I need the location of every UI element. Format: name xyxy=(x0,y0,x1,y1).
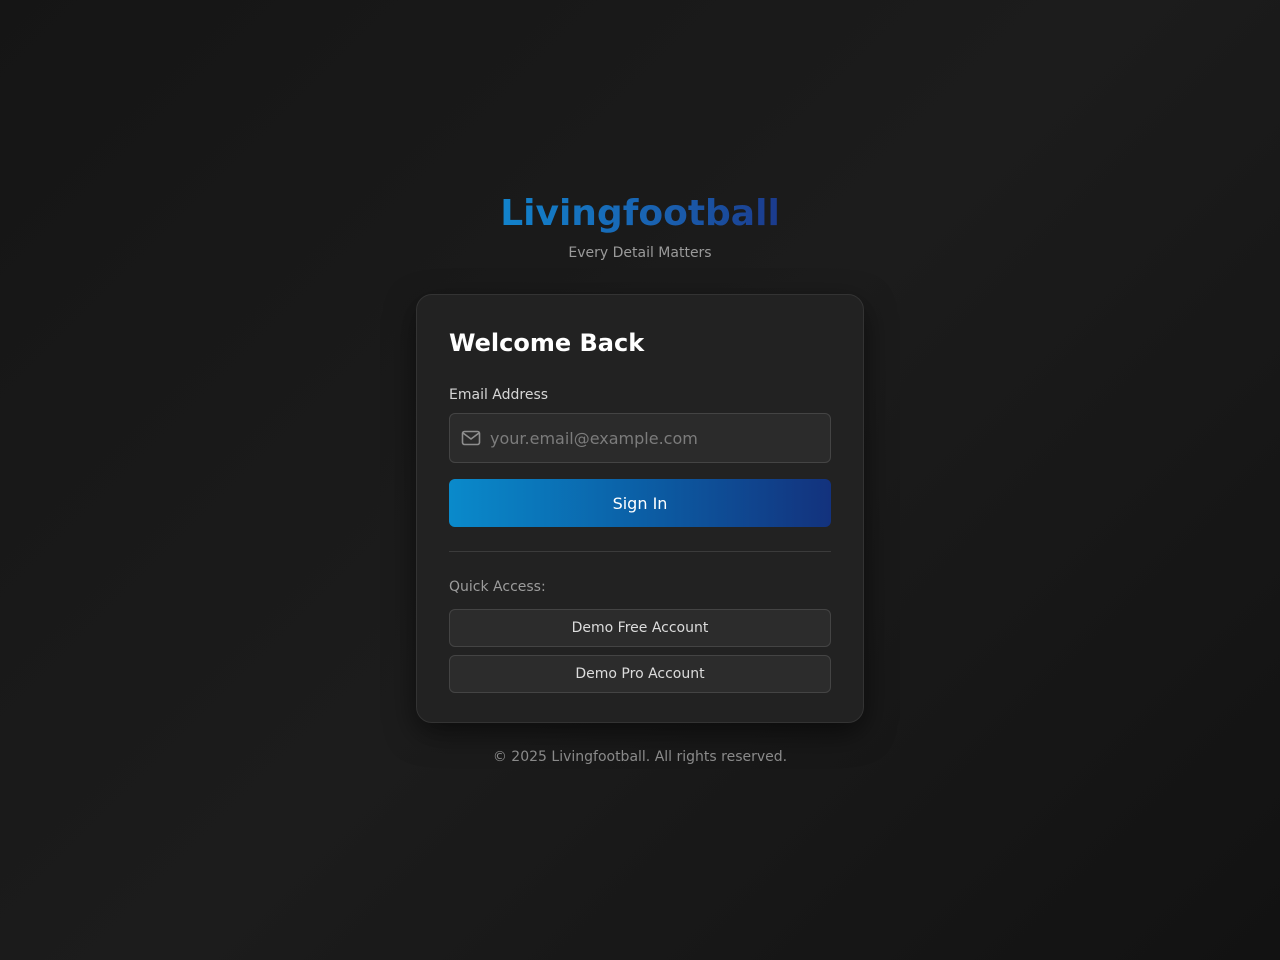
footer-copyright: © 2025 Livingfootball. All rights reserv… xyxy=(492,749,788,765)
divider xyxy=(449,551,831,552)
brand-tagline: Every Detail Matters xyxy=(568,245,712,261)
demo-free-account-button[interactable]: Demo Free Account xyxy=(449,609,831,647)
brand-logo-text: Livingfootball xyxy=(500,193,780,234)
login-card: Welcome Back Email Address Sign In Quick… xyxy=(416,294,864,723)
email-field-wrapper[interactable] xyxy=(449,413,831,463)
email-input[interactable] xyxy=(490,414,820,462)
mail-icon xyxy=(461,430,481,446)
email-label: Email Address xyxy=(449,387,549,403)
login-title: Welcome Back xyxy=(449,329,645,357)
brand-header: Livingfootball Every Detail Matters xyxy=(0,193,1280,262)
quick-access-label: Quick Access: xyxy=(449,579,546,595)
demo-pro-account-button[interactable]: Demo Pro Account xyxy=(449,655,831,693)
sign-in-button[interactable]: Sign In xyxy=(449,479,831,527)
